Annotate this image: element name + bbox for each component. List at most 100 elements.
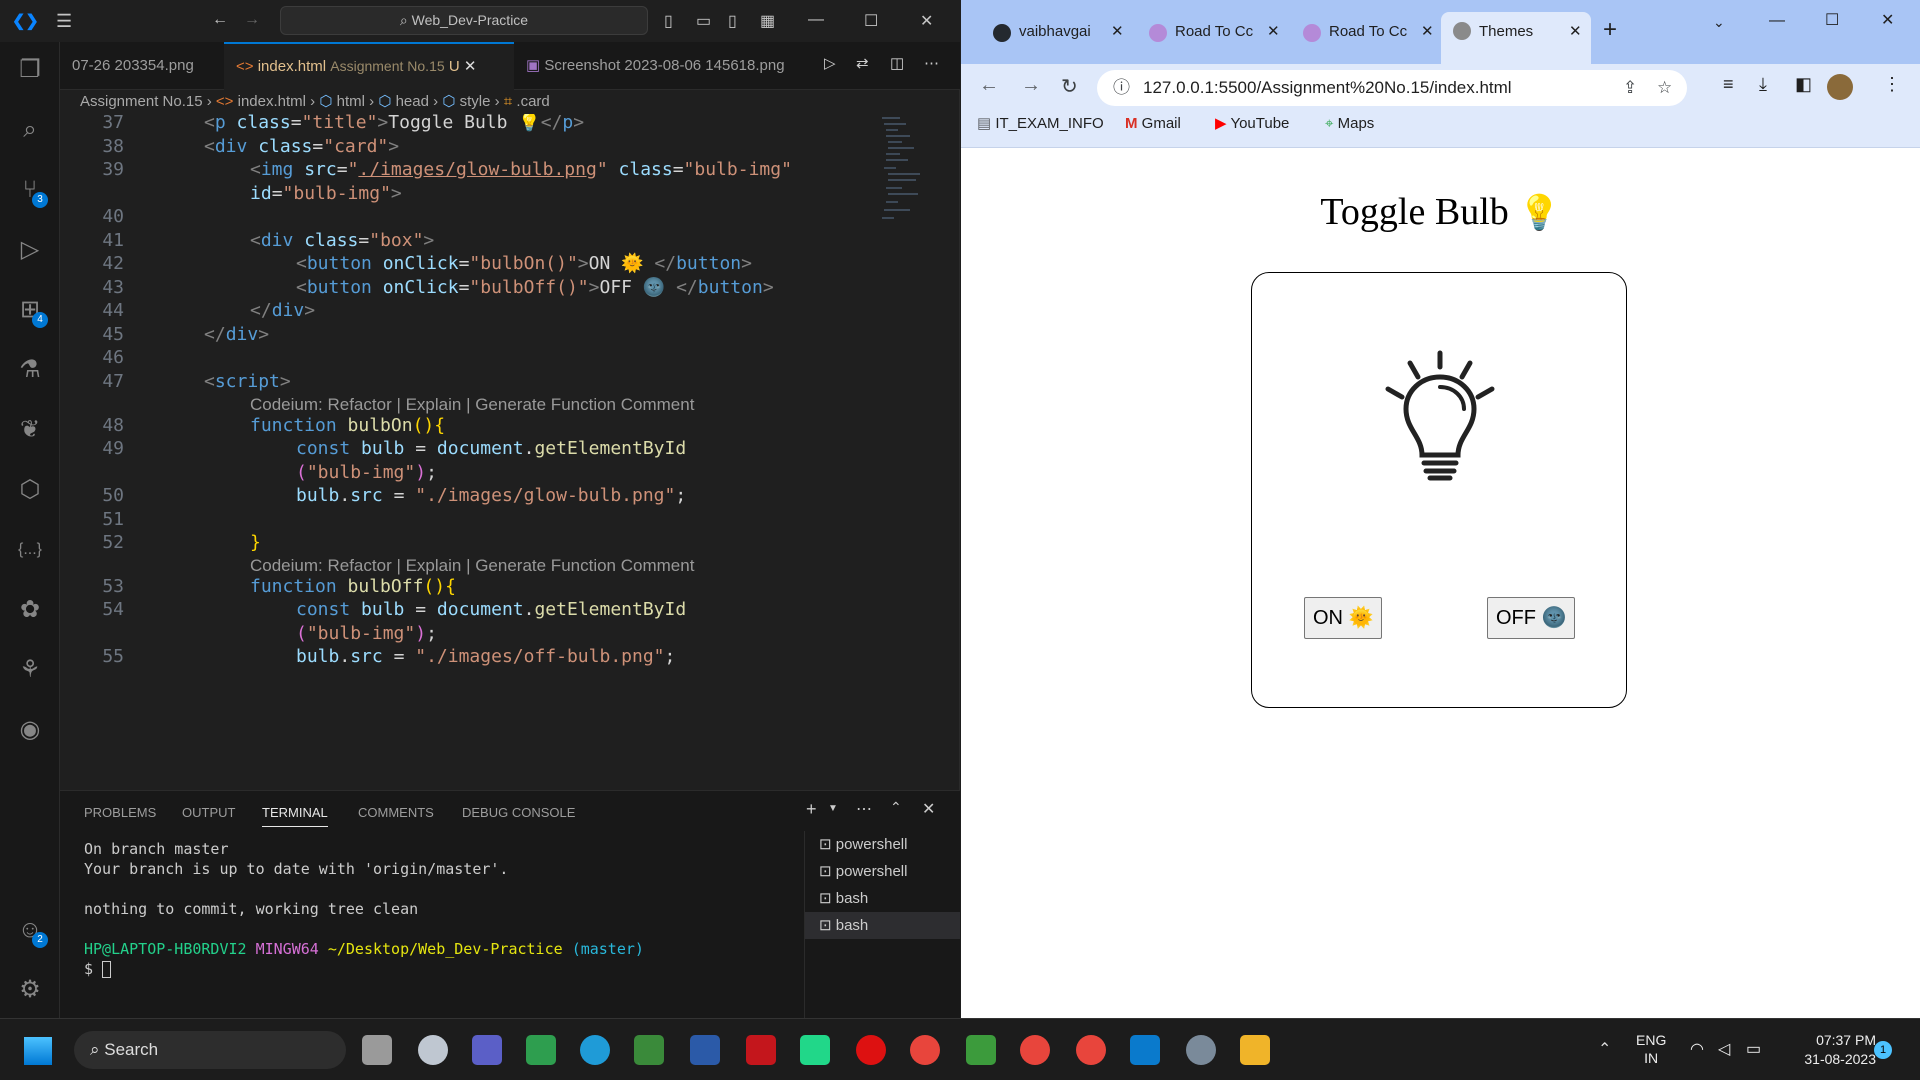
close-panel-icon[interactable]: ✕	[922, 799, 935, 819]
bookmark-gmail[interactable]: M Gmail	[1125, 112, 1181, 136]
browser-tab-road1[interactable]: Road To Cc ✕	[1137, 14, 1287, 50]
breadcrumb-file[interactable]: index.html	[238, 93, 306, 110]
volume-icon[interactable]: ◁	[1718, 1039, 1730, 1059]
tab-problems[interactable]: PROBLEMS	[84, 805, 156, 820]
python-icon[interactable]: ⚘	[14, 654, 46, 686]
terminal-input-line[interactable]: $	[84, 959, 844, 979]
tab-output[interactable]: OUTPUT	[182, 805, 235, 820]
tab-screenshot-0726[interactable]: 07-26 203354.png	[60, 42, 224, 90]
windows-start-icon[interactable]	[24, 1037, 52, 1065]
chrome-profile-icon[interactable]	[1020, 1035, 1050, 1065]
terminal-item[interactable]: ⊡ bash	[805, 885, 960, 912]
bookmark-it-exam-info[interactable]: ▤ IT_EXAM_INFO	[977, 112, 1104, 136]
more-actions-icon[interactable]: ⋯	[924, 54, 939, 72]
tab-terminal[interactable]: TERMINAL	[262, 805, 328, 827]
minimize-icon[interactable]: —	[1769, 12, 1785, 30]
bookmark-maps[interactable]: ⌖ Maps	[1325, 112, 1374, 136]
breadcrumb-card[interactable]: .card	[516, 93, 549, 110]
terminal-item[interactable]: ⊡ powershell	[805, 831, 960, 858]
chevron-up-icon[interactable]: ⌃	[1598, 1039, 1611, 1059]
breadcrumb-head[interactable]: head	[396, 93, 429, 110]
wifi-icon[interactable]: ◠	[1690, 1039, 1704, 1059]
settings-icon[interactable]	[1186, 1035, 1216, 1065]
accounts-icon[interactable]: ☺ 2	[14, 914, 48, 948]
maximize-icon[interactable]: ☐	[1825, 10, 1839, 30]
back-arrow-icon[interactable]: ←	[212, 11, 228, 29]
chevron-down-icon[interactable]: ▼	[828, 803, 838, 814]
tab-comments[interactable]: COMMENTS	[358, 805, 434, 820]
minimap[interactable]	[880, 114, 950, 244]
reload-icon[interactable]: ↻	[1061, 74, 1078, 99]
menu-icon[interactable]: ☰	[56, 11, 72, 32]
browser-tab-github[interactable]: vaibhavgai ✕	[981, 14, 1131, 50]
taskbar-search[interactable]: ⌕ Search	[74, 1031, 346, 1069]
split-editor-icon[interactable]: ◫	[890, 54, 904, 72]
testing-icon[interactable]: ⚗	[14, 354, 46, 386]
live-share-icon[interactable]: ◉	[14, 714, 46, 746]
extensions-icon[interactable]: ⊞ 4	[14, 294, 48, 328]
customize-layout-icon[interactable]: ▦	[760, 11, 775, 31]
minimize-icon[interactable]: —	[808, 11, 824, 29]
close-tab-icon[interactable]: ✕	[1569, 12, 1582, 52]
geogebra-icon[interactable]	[634, 1035, 664, 1065]
code-editor[interactable]: 37 <p class="title">Toggle Bulb 💡</p> 38 <…	[60, 114, 960, 790]
tab-index-html[interactable]: <> index.html Assignment No.15 U ✕	[224, 42, 514, 90]
run-debug-icon[interactable]: ▷	[14, 234, 46, 266]
close-tab-icon[interactable]: ✕	[1267, 14, 1280, 50]
bookmark-star-icon[interactable]: ☆	[1657, 70, 1672, 106]
run-icon[interactable]: ▷	[824, 54, 836, 72]
source-control-icon[interactable]: ⑂ 3	[14, 174, 48, 208]
download-icon[interactable]: ⤓	[1759, 74, 1767, 95]
teams-chat-icon[interactable]	[472, 1035, 502, 1065]
terminal-item-selected[interactable]: ⊡ bash	[805, 912, 960, 939]
excel-icon[interactable]	[526, 1035, 556, 1065]
back-arrow-icon[interactable]: ←	[979, 74, 999, 97]
tab-search-icon[interactable]: ⌄	[1713, 14, 1725, 31]
close-window-icon[interactable]: ✕	[1881, 10, 1894, 30]
chrome-menu-icon[interactable]: ⋮	[1883, 74, 1901, 95]
tab-screenshot-0806[interactable]: ▣ Screenshot 2023-08-06 145618.png	[514, 42, 796, 90]
command-center-search[interactable]: ⌕ Web_Dev-Practice	[280, 6, 648, 35]
breadcrumb-style[interactable]: style	[460, 93, 491, 110]
maximize-icon[interactable]: ☐	[864, 11, 878, 31]
vscode-taskbar-icon[interactable]	[1130, 1035, 1160, 1065]
breadcrumb-html[interactable]: html	[337, 93, 365, 110]
browser-tab-road2[interactable]: Road To Cc ✕	[1291, 14, 1441, 50]
notification-badge[interactable]: 1	[1874, 1041, 1892, 1059]
compare-icon[interactable]: ⇄	[856, 54, 869, 72]
cube-app-icon[interactable]	[966, 1035, 996, 1065]
site-info-icon[interactable]: ⓘ	[1113, 70, 1130, 106]
tab-debug-console[interactable]: DEBUG CONSOLE	[462, 805, 575, 820]
terminal-output[interactable]: On branch master Your branch is up to da…	[84, 839, 844, 979]
close-tab-icon[interactable]: ✕	[464, 58, 477, 75]
toggle-secondary-sidebar-icon[interactable]: ▯	[728, 11, 737, 31]
on-button[interactable]: ON 🌞	[1304, 597, 1383, 639]
pycharm-icon[interactable]	[800, 1035, 830, 1065]
forward-arrow-icon[interactable]: →	[1021, 74, 1041, 97]
side-panel-icon[interactable]: ◧	[1795, 74, 1812, 95]
language-indicator[interactable]: ENG IN	[1636, 1031, 1666, 1067]
bookmark-youtube[interactable]: ▶ YouTube	[1215, 112, 1289, 136]
profile-avatar[interactable]	[1827, 74, 1853, 100]
new-terminal-icon[interactable]: +	[806, 799, 817, 820]
toggle-sidebar-icon[interactable]: ▯	[664, 11, 673, 31]
media-control-icon[interactable]: ≡	[1723, 74, 1734, 95]
more-actions-icon[interactable]: ⋯	[856, 799, 872, 819]
search-view-icon[interactable]: ⌕	[14, 114, 46, 146]
terminal-item[interactable]: ⊡ powershell	[805, 858, 960, 885]
powershell-icon[interactable]	[690, 1035, 720, 1065]
close-window-icon[interactable]: ✕	[920, 11, 933, 31]
recorder-icon[interactable]	[856, 1035, 886, 1065]
acrobat-icon[interactable]	[746, 1035, 776, 1065]
address-bar[interactable]: ⓘ 127.0.0.1:5500/Assignment%20No.15/inde…	[1097, 70, 1687, 106]
json-icon[interactable]: {...}	[14, 534, 46, 566]
breadcrumb-folder[interactable]: Assignment No.15	[80, 93, 203, 110]
chrome-active-icon[interactable]	[1076, 1035, 1106, 1065]
widgets-icon[interactable]	[418, 1035, 448, 1065]
mongodb-icon[interactable]: ❦	[14, 414, 46, 446]
explorer-icon[interactable]: ❐	[14, 54, 46, 86]
close-tab-icon[interactable]: ✕	[1421, 14, 1434, 50]
toggle-panel-icon[interactable]: ▭	[696, 11, 711, 31]
share-icon[interactable]: ⇪	[1623, 70, 1637, 106]
off-button[interactable]: OFF 🌚	[1487, 597, 1576, 639]
